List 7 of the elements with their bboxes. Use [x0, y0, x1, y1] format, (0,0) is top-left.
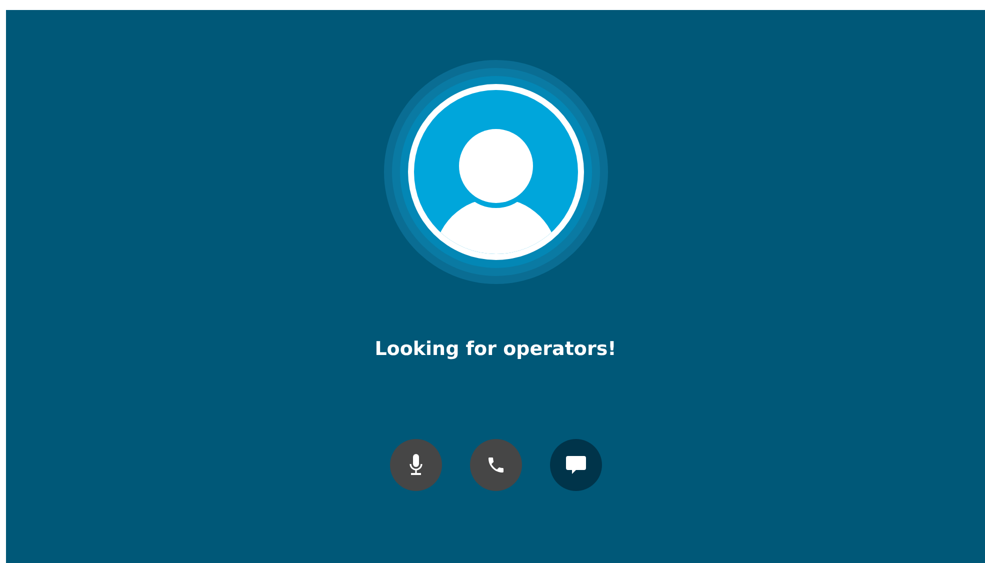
chat-button[interactable] [550, 439, 602, 491]
phone-button[interactable] [470, 439, 522, 491]
chat-bubble-icon [566, 456, 586, 474]
microphone-button[interactable] [390, 439, 442, 491]
microphone-icon [408, 454, 422, 476]
status-message: Looking for operators! [374, 337, 616, 362]
phone-icon [486, 455, 506, 475]
